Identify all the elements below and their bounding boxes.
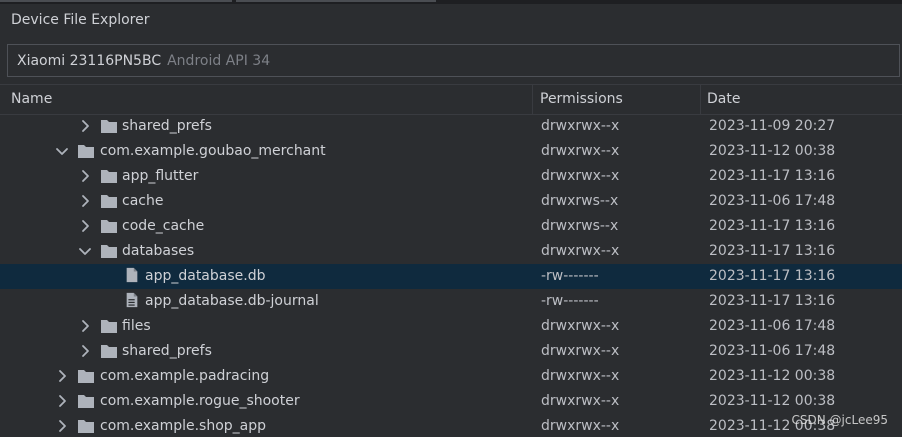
row-date: 2023-11-17 13:16 <box>709 168 836 184</box>
tree-row[interactable]: shared_prefs drwxrwx--x 2023-11-06 17:48 <box>0 339 902 364</box>
tree-row[interactable]: databases drwxrwx--x 2023-11-17 13:16 <box>0 239 902 264</box>
row-date: 2023-11-06 17:48 <box>709 343 836 359</box>
chevron-right-icon[interactable] <box>54 417 70 435</box>
row-name: app_database.db <box>145 268 266 284</box>
folder-icon <box>101 245 117 258</box>
row-date: 2023-11-12 00:38 <box>709 393 836 409</box>
column-header-permissions[interactable]: Permissions <box>540 85 623 114</box>
row-date: 2023-11-09 20:27 <box>709 118 836 134</box>
row-permissions: drwxrwx--x <box>541 343 620 359</box>
row-permissions: drwxrwx--x <box>541 368 620 384</box>
column-divider[interactable] <box>700 85 701 114</box>
row-date: 2023-11-12 00:38 <box>709 368 836 384</box>
row-name: shared_prefs <box>122 118 212 134</box>
row-permissions: drwxrwx--x <box>541 418 620 434</box>
folder-icon <box>78 370 94 383</box>
row-permissions: drwxrwx--x <box>541 393 620 409</box>
row-permissions: -rw------- <box>541 268 599 284</box>
window-title: Device File Explorer <box>11 12 150 28</box>
row-name: files <box>122 318 151 334</box>
column-divider[interactable] <box>532 85 533 114</box>
row-permissions: drwxrwx--x <box>541 143 620 159</box>
tree-row[interactable]: com.example.shop_app drwxrwx--x 2023-11-12… <box>0 414 902 437</box>
table-header: Name Permissions Date <box>0 84 902 115</box>
folder-icon <box>101 345 117 358</box>
chevron-down-icon[interactable] <box>54 142 70 160</box>
folder-icon <box>78 420 94 433</box>
row-name: shared_prefs <box>122 343 212 359</box>
row-name: app_database.db-journal <box>145 293 319 309</box>
folder-icon <box>101 195 117 208</box>
folder-icon <box>101 320 117 333</box>
row-name: com.example.shop_app <box>100 418 267 434</box>
tree-row[interactable]: app_database.db-journal -rw------- 2023-11… <box>0 289 902 314</box>
tree-row[interactable]: files drwxrwx--x 2023-11-06 17:48 <box>0 314 902 339</box>
chevron-right-icon[interactable] <box>77 317 93 335</box>
chevron-right-icon[interactable] <box>77 342 93 360</box>
tree-row[interactable]: com.example.rogue_shooter drwxrwx--x 2023-… <box>0 389 902 414</box>
row-permissions: drwxrws--x <box>541 193 619 209</box>
row-date: 2023-11-12 00:38 <box>709 143 836 159</box>
device-selector[interactable]: Xiaomi 23116PN5BC Android API 34 <box>7 44 900 77</box>
chevron-right-icon[interactable] <box>54 367 70 385</box>
folder-icon <box>101 120 117 133</box>
row-name: code_cache <box>122 218 205 234</box>
chevron-right-icon[interactable] <box>77 117 93 135</box>
chevron-right-icon[interactable] <box>77 217 93 235</box>
column-header-name[interactable]: Name <box>11 85 52 114</box>
row-name: com.example.rogue_shooter <box>100 393 300 409</box>
chevron-right-icon[interactable] <box>77 192 93 210</box>
tree-row[interactable]: cache drwxrws--x 2023-11-06 17:48 <box>0 189 902 214</box>
row-date: 2023-11-17 13:16 <box>709 218 836 234</box>
watermark: CSDN @jcLee95 <box>791 413 888 427</box>
row-permissions: drwxrwx--x <box>541 168 620 184</box>
tree-row[interactable]: com.example.padracing drwxrwx--x 2023-11-1… <box>0 364 902 389</box>
row-date: 2023-11-06 17:48 <box>709 193 836 209</box>
folder-icon <box>78 145 94 158</box>
chevron-right-icon[interactable] <box>77 167 93 185</box>
tree-row[interactable]: app_database.db -rw------- 2023-11-17 13:1… <box>0 264 902 289</box>
row-name: com.example.goubao_merchant <box>100 143 326 159</box>
row-permissions: drwxrws--x <box>541 218 619 234</box>
top-tab-strip <box>0 0 902 4</box>
chevron-right-icon[interactable] <box>54 392 70 410</box>
file-icon <box>126 267 138 283</box>
tree-row[interactable]: shared_prefs drwxrwx--x 2023-11-09 20:27 <box>0 114 902 139</box>
row-permissions: drwxrwx--x <box>541 318 620 334</box>
tree-row[interactable]: code_cache drwxrws--x 2023-11-17 13:16 <box>0 214 902 239</box>
device-api-level: Android API 34 <box>167 52 271 69</box>
text-file-icon <box>126 292 138 308</box>
folder-icon <box>101 170 117 183</box>
row-name: app_flutter <box>122 168 199 184</box>
row-date: 2023-11-06 17:48 <box>709 318 836 334</box>
row-name: databases <box>122 243 195 259</box>
chevron-down-icon[interactable] <box>77 242 93 260</box>
row-date: 2023-11-17 13:16 <box>709 268 836 284</box>
tree-row[interactable]: com.example.goubao_merchant drwxrwx--x 202… <box>0 139 902 164</box>
file-tree: shared_prefs drwxrwx--x 2023-11-09 20:27 co… <box>0 114 902 437</box>
row-name: cache <box>122 193 164 209</box>
row-date: 2023-11-17 13:16 <box>709 293 836 309</box>
tree-row[interactable]: app_flutter drwxrwx--x 2023-11-17 13:16 <box>0 164 902 189</box>
row-date: 2023-11-17 13:16 <box>709 243 836 259</box>
column-header-date[interactable]: Date <box>707 85 740 114</box>
row-permissions: drwxrwx--x <box>541 118 620 134</box>
row-name: com.example.padracing <box>100 368 270 384</box>
row-permissions: -rw------- <box>541 293 599 309</box>
folder-icon <box>78 395 94 408</box>
device-name: Xiaomi 23116PN5BC <box>17 52 162 69</box>
row-permissions: drwxrwx--x <box>541 243 620 259</box>
folder-icon <box>101 220 117 233</box>
